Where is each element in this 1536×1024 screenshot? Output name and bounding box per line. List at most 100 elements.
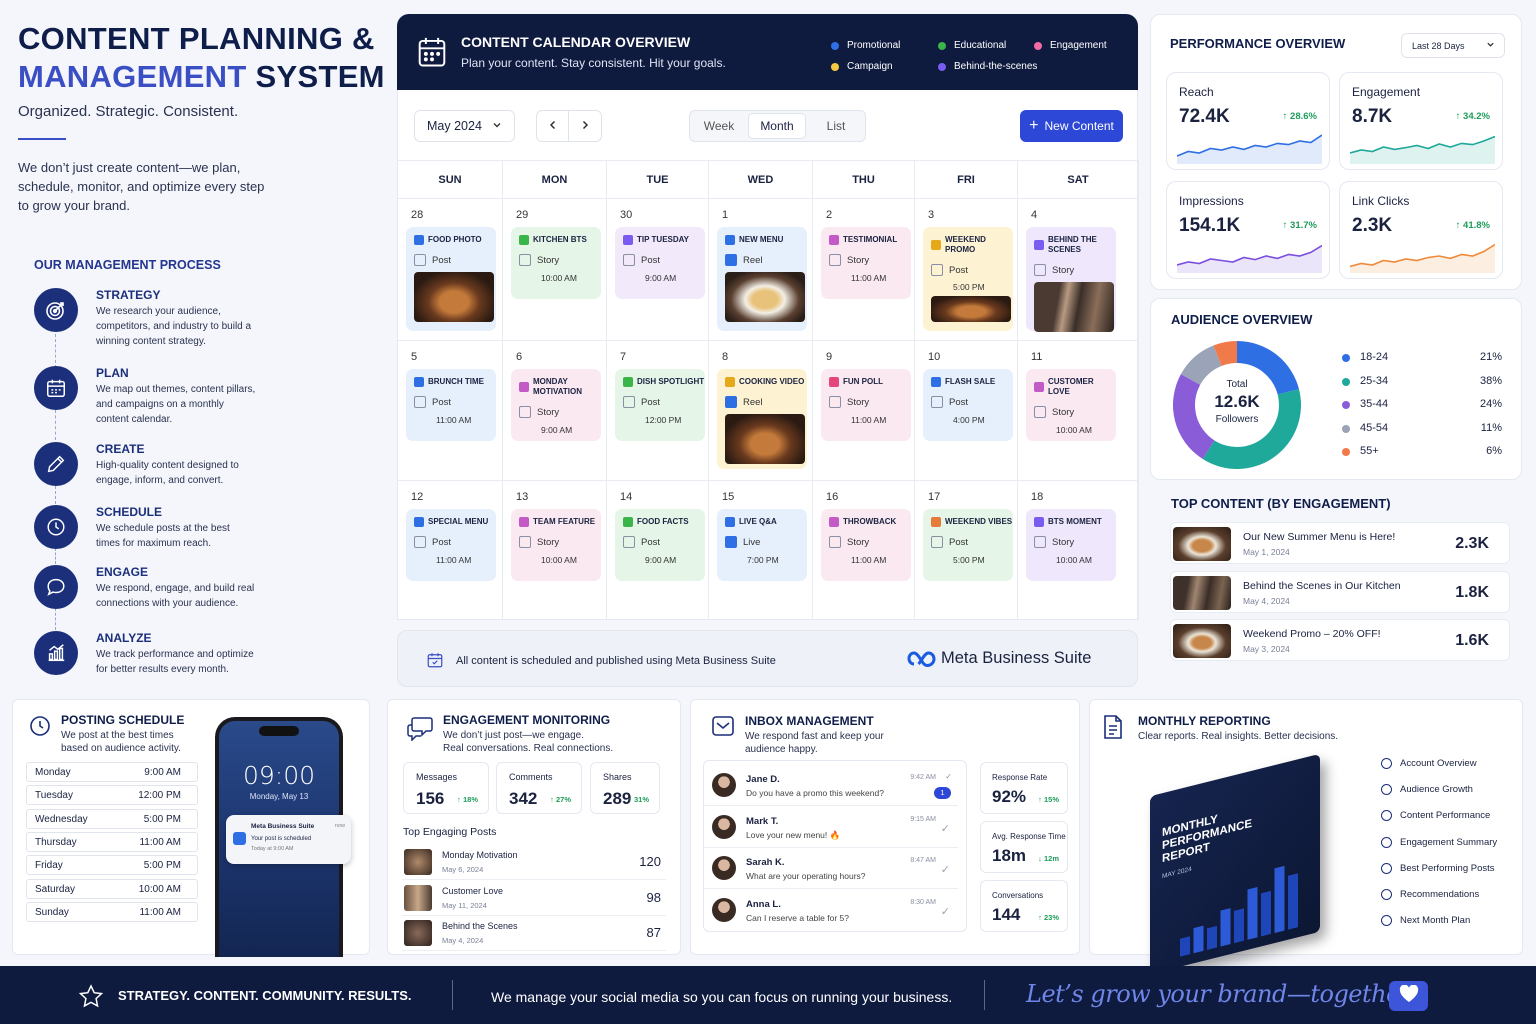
step-title: CREATE: [96, 442, 145, 456]
inbox-stat: Response Rate 92% ↑ 15%: [980, 762, 1068, 814]
top-content-item[interactable]: Our New Summer Menu is Here! May 1, 2024 2…: [1170, 522, 1510, 564]
calendar-day-cell[interactable]: 17 WEEKEND VIBES Post 5:00 PM: [915, 480, 1018, 620]
heart-button[interactable]: [1389, 981, 1428, 1011]
calendar-day-cell[interactable]: 6 MONDAY MOTIVATION Story 9:00 AM: [503, 340, 607, 480]
audience-legend-item: 18-24 21%: [1342, 351, 1502, 365]
read-check-icon: ✓: [940, 905, 950, 918]
process-step-schedule: SCHEDULE We schedule posts at the best t…: [34, 505, 364, 567]
calendar-event[interactable]: TEAM FEATURE Story 10:00 AM: [511, 509, 601, 581]
calendar-event[interactable]: KITCHEN BTS Story 10:00 AM: [511, 227, 601, 299]
calendar-event[interactable]: FUN POLL Story 11:00 AM: [821, 369, 911, 441]
calendar-day-cell[interactable]: 3 WEEKEND PROMO Post 5:00 PM: [915, 198, 1018, 340]
tab-list[interactable]: List: [806, 111, 866, 141]
phone-time: 09:00: [242, 761, 316, 790]
event-type-row: Post: [414, 254, 496, 266]
pencil-icon: [34, 442, 78, 486]
calendar-day-cell[interactable]: 4 BEHIND THE SCENES Story: [1018, 198, 1139, 340]
calendar-event[interactable]: LIVE Q&A Live 7:00 PM: [717, 509, 807, 581]
event-time: 10:00 AM: [1056, 555, 1092, 565]
new-content-button[interactable]: + New Content: [1020, 110, 1123, 142]
tagline: Organized. Strategic. Consistent.: [18, 103, 239, 120]
audience-legend-item: 45-54 11%: [1342, 422, 1502, 436]
calendar-day-cell[interactable]: 16 THROWBACK Story 11:00 AM: [813, 480, 915, 620]
calendar-event[interactable]: NEW MENU Reel: [717, 227, 807, 331]
new-content-label: New Content: [1044, 119, 1114, 133]
calendar-event[interactable]: TIP TUESDAY Post 9:00 AM: [615, 227, 705, 299]
calendar-day-cell[interactable]: 28 FOOD PHOTO Post: [398, 198, 503, 340]
calendar-event[interactable]: THROWBACK Story 11:00 AM: [821, 509, 911, 581]
prev-month-button[interactable]: [536, 110, 569, 142]
kpi-card-link-clicks[interactable]: Link Clicks 2.3K ↑ 41.8%: [1339, 181, 1503, 279]
stat-value: 18m: [992, 846, 1027, 865]
month-selector[interactable]: May 2024: [414, 110, 515, 142]
calendar-event[interactable]: FLASH SALE Post 4:00 PM: [923, 369, 1013, 441]
calendar-icon: [34, 366, 78, 410]
kpi-card-impressions[interactable]: Impressions 154.1K ↑ 31.7%: [1166, 181, 1330, 279]
calendar-day-cell[interactable]: 7 DISH SPOTLIGHT Post 12:00 PM: [607, 340, 709, 480]
top-post-row[interactable]: Behind the Scenes May 4, 2024 87: [402, 917, 666, 951]
step-desc: We track performance and optimize for be…: [96, 649, 254, 675]
inbox-message[interactable]: Jane D. Do you have a promo this weekend?…: [704, 766, 958, 806]
event-type: Story: [1052, 536, 1075, 548]
calendar-event[interactable]: WEEKEND VIBES Post 5:00 PM: [923, 509, 1013, 581]
calendar-day-cell[interactable]: 30 TIP TUESDAY Post 9:00 AM: [607, 198, 709, 340]
calendar-event[interactable]: MONDAY MOTIVATION Story 9:00 AM: [511, 369, 601, 441]
event-type: Story: [537, 254, 560, 266]
range-selector[interactable]: Last 28 Days: [1401, 33, 1505, 58]
inbox-message[interactable]: Mark T. Love your new menu! 🔥 9:15 AM ✓: [704, 808, 958, 848]
notif-time: now: [334, 823, 345, 829]
calendar-event[interactable]: FOOD FACTS Post 9:00 AM: [615, 509, 705, 581]
post-icon: [414, 254, 426, 266]
calendar-event[interactable]: TESTIMONIAL Story 11:00 AM: [821, 227, 911, 299]
calendar-event[interactable]: BRUNCH TIME Post 11:00 AM: [406, 369, 496, 441]
read-check-icon: ✓: [945, 772, 952, 781]
calendar-day-cell[interactable]: 1 NEW MENU Reel: [709, 198, 813, 340]
calendar-event[interactable]: DISH SPOTLIGHT Post 12:00 PM: [615, 369, 705, 441]
top-content-item[interactable]: Behind the Scenes in Our Kitchen May 4, 2…: [1170, 570, 1510, 613]
top-content-item[interactable]: Weekend Promo – 20% OFF! May 3, 2024 1.6K: [1170, 619, 1510, 661]
event-type: Post: [641, 396, 661, 408]
top-post-row[interactable]: Customer Love May 11, 2024 98: [402, 882, 666, 916]
calendar-day-cell[interactable]: 13 TEAM FEATURE Story 10:00 AM: [503, 480, 607, 620]
inbox-message[interactable]: Anna L. Can I reserve a table for 5? 8:30 …: [704, 891, 958, 931]
calendar-day-cell[interactable]: 9 FUN POLL Story 11:00 AM: [813, 340, 915, 480]
event-type-row: Post: [414, 396, 496, 408]
story-icon: [519, 406, 531, 418]
calendar-event[interactable]: BEHIND THE SCENES Story: [1026, 227, 1116, 332]
story-icon: [829, 536, 841, 548]
calendar-day-cell[interactable]: 12 SPECIAL MENU Post 11:00 AM: [398, 480, 503, 620]
calendar-day-cell[interactable]: 2 TESTIMONIAL Story 11:00 AM: [813, 198, 915, 340]
calendar-event[interactable]: BTS MOMENT Story 10:00 AM: [1026, 509, 1116, 581]
content-type-icon: [623, 377, 633, 387]
calendar-day-cell[interactable]: 8 COOKING VIDEO Reel: [709, 340, 813, 480]
book-bar: [1180, 936, 1190, 957]
calendar-day-cell[interactable]: 5 BRUNCH TIME Post 11:00 AM: [398, 340, 503, 480]
calendar-day-cell[interactable]: 18 BTS MOMENT Story 10:00 AM: [1018, 480, 1139, 620]
report-book-title: MONTHLY PERFORMANCE REPORT: [1162, 813, 1253, 866]
tab-week[interactable]: Week: [690, 111, 748, 141]
top-post-row[interactable]: Monday Motivation May 6, 2024 120: [402, 846, 666, 880]
calendar-day-cell[interactable]: 14 FOOD FACTS Post 9:00 AM: [607, 480, 709, 620]
content-title: Behind the Scenes in Our Kitchen: [1243, 579, 1401, 592]
calendar-day-cell[interactable]: 11 CUSTOMER LOVE Story 10:00 AM: [1018, 340, 1139, 480]
story-icon: [519, 254, 531, 266]
meta-app-icon: [233, 832, 246, 845]
calendar-day-cell[interactable]: 29 KITCHEN BTS Story 10:00 AM: [503, 198, 607, 340]
kpi-card-engagement[interactable]: Engagement 8.7K ↑ 34.2%: [1339, 72, 1503, 170]
calendar-event[interactable]: SPECIAL MENU Post 11:00 AM: [406, 509, 496, 581]
tab-month[interactable]: Month: [748, 113, 806, 139]
kpi-card-reach[interactable]: Reach 72.4K ↑ 28.6%: [1166, 72, 1330, 170]
kpi-label: Engagement: [1352, 85, 1421, 99]
event-type-row: Story: [519, 536, 601, 548]
inbox-message[interactable]: Sarah K. What are your operating hours? 8:…: [704, 849, 958, 889]
calendar-day-cell[interactable]: 10 FLASH SALE Post 4:00 PM: [915, 340, 1018, 480]
checklist-item: Account Overview: [1381, 758, 1477, 769]
next-month-button[interactable]: [568, 110, 602, 142]
calendar-event[interactable]: COOKING VIDEO Reel: [717, 369, 807, 469]
legend-label: Behind-the-scenes: [954, 61, 1038, 72]
calendar-event[interactable]: FOOD PHOTO Post: [406, 227, 496, 331]
calendar-event[interactable]: CUSTOMER LOVE Story 10:00 AM: [1026, 369, 1116, 441]
calendar-event[interactable]: WEEKEND PROMO Post 5:00 PM: [923, 227, 1013, 331]
calendar-day-cell[interactable]: 15 LIVE Q&A Live 7:00 PM: [709, 480, 813, 620]
legend-dot: [831, 41, 839, 50]
